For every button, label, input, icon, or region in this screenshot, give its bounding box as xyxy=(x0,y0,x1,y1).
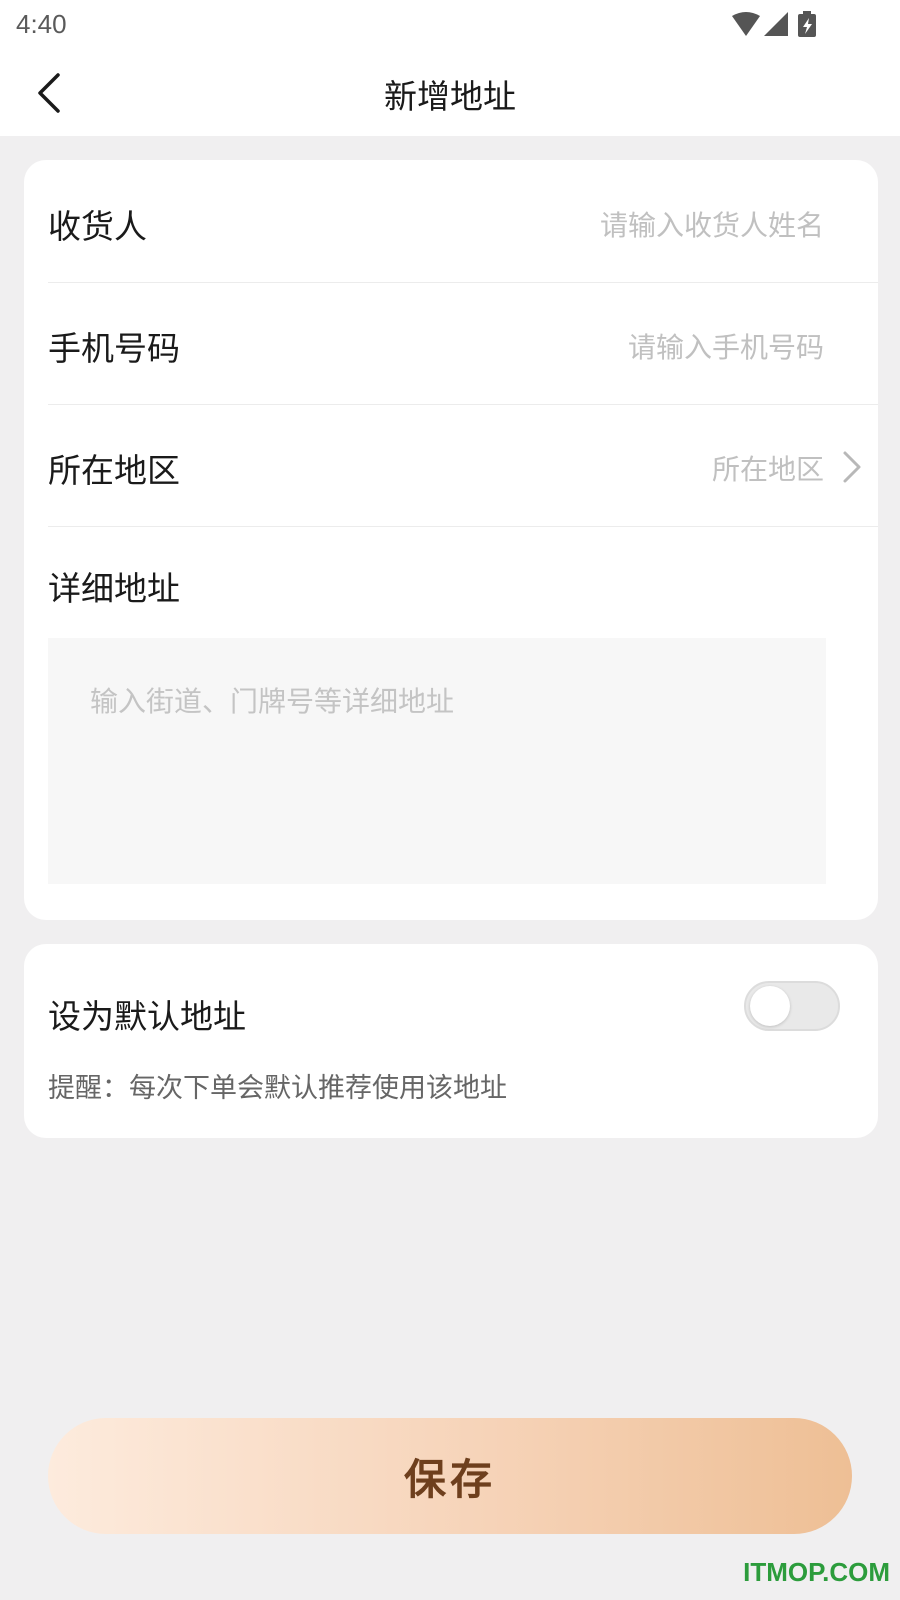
cell-signal-icon xyxy=(764,12,788,36)
phone-label: 手机号码 xyxy=(48,329,180,368)
address-form-card: 收货人 请输入收货人姓名 手机号码 请输入手机号码 所在地区 所在地区 详细地址… xyxy=(24,160,878,920)
recipient-input[interactable]: 请输入收货人姓名 xyxy=(600,204,824,244)
watermark: ITMOP.COM xyxy=(743,1557,890,1587)
status-icons xyxy=(730,10,850,38)
chevron-right-icon xyxy=(843,451,861,483)
detail-address-input[interactable]: 输入街道、门牌号等详细地址 xyxy=(48,638,826,884)
nav-bar: 新增地址 xyxy=(0,50,900,136)
phone-row[interactable]: 手机号码 请输入手机号码 xyxy=(48,282,878,405)
default-address-toggle[interactable] xyxy=(744,981,840,1031)
phone-input[interactable]: 请输入手机号码 xyxy=(628,326,824,366)
recipient-label: 收货人 xyxy=(48,207,147,246)
page-title: 新增地址 xyxy=(384,77,516,116)
status-bar: 4:40 xyxy=(0,0,900,50)
save-button[interactable]: 保存 xyxy=(48,1418,852,1534)
default-address-hint: 提醒：每次下单会默认推荐使用该地址 xyxy=(48,1073,507,1104)
region-label: 所在地区 xyxy=(48,451,180,490)
save-button-label: 保存 xyxy=(403,1454,496,1504)
detail-address-placeholder: 输入街道、门牌号等详细地址 xyxy=(90,685,455,718)
wifi-icon xyxy=(732,12,760,36)
detail-address-label: 详细地址 xyxy=(48,569,180,608)
region-row[interactable]: 所在地区 所在地区 xyxy=(48,404,878,527)
region-selector[interactable]: 所在地区 xyxy=(712,448,824,488)
toggle-knob xyxy=(750,986,790,1026)
recipient-row[interactable]: 收货人 请输入收货人姓名 xyxy=(48,160,878,283)
status-time: 4:40 xyxy=(16,9,67,39)
default-address-card: 设为默认地址 提醒：每次下单会默认推荐使用该地址 xyxy=(24,944,878,1138)
battery-charging-icon xyxy=(798,11,816,37)
default-address-label: 设为默认地址 xyxy=(48,997,246,1036)
